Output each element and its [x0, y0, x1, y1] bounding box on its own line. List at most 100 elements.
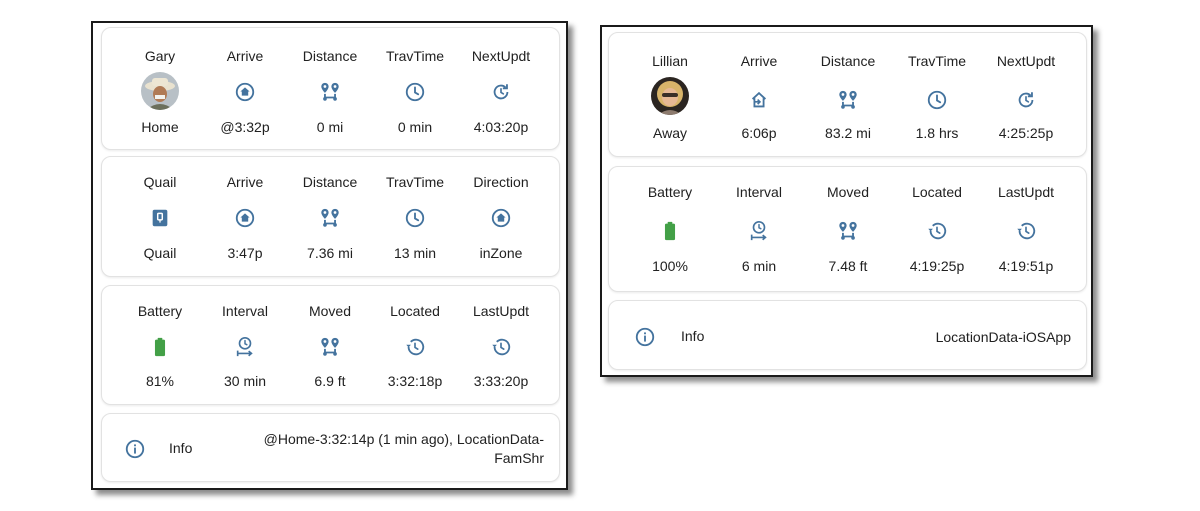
distance-column[interactable]: Distance 7.36 mi: [285, 157, 375, 276]
direction-column[interactable]: Direction inZone: [456, 157, 546, 276]
info-icon: [634, 326, 656, 348]
home-circle-icon: [234, 81, 256, 103]
interval-label: Interval: [736, 184, 782, 200]
interval-value: 6 min: [741, 258, 777, 274]
zone-value: Home: [141, 119, 179, 135]
battery-label: Battery: [647, 184, 693, 200]
name-column[interactable]: Gary Home: [115, 28, 205, 149]
name-column[interactable]: Lillian Away: [625, 33, 715, 156]
moved-column[interactable]: Moved 6.9 ft: [285, 286, 375, 404]
zone-value: Away: [653, 125, 687, 141]
info-card[interactable]: Info LocationData-iOSApp: [608, 300, 1087, 370]
zone-card: Quail Quail Arrive 3:47p Distance 7.36 m…: [101, 156, 560, 277]
direction-value: inZone: [479, 245, 523, 261]
history-icon: [404, 336, 426, 358]
avatar[interactable]: [141, 72, 179, 110]
device-panel-lillian: Lillian Away Arrive 6:06p Distance 83.2 …: [600, 25, 1093, 377]
lastupdt-label: LastUpdt: [472, 303, 530, 319]
history-icon: [926, 220, 948, 242]
tracking-card: Gary Home Arrive @3:32p Distance 0 mi Tr…: [101, 27, 560, 150]
lastupdt-label: LastUpdt: [997, 184, 1055, 200]
distance-label: Distance: [302, 174, 358, 190]
distance-value: 0 mi: [316, 119, 344, 135]
battery-label: Battery: [137, 303, 183, 319]
nextupdt-column[interactable]: NextUpdt 4:03:20p: [456, 28, 546, 149]
interval-label: Interval: [222, 303, 268, 319]
refresh-clock-icon: [490, 81, 512, 103]
status-card: Battery 100% Interval 6 min Moved 7.48 f…: [608, 166, 1087, 292]
battery-value: 81%: [145, 373, 175, 389]
travtime-column[interactable]: TravTime 1.8 hrs: [892, 33, 982, 156]
located-label: Located: [912, 184, 962, 200]
history-icon: [490, 336, 512, 358]
zone-column[interactable]: Quail Quail: [115, 157, 205, 276]
arrive-column[interactable]: Arrive 6:06p: [714, 33, 804, 156]
clock-outline-icon: [404, 81, 426, 103]
info-icon: [124, 438, 146, 460]
device-panel-gary: Gary Home Arrive @3:32p Distance 0 mi Tr…: [91, 21, 568, 490]
distance-label: Distance: [820, 53, 876, 69]
travtime-value: 13 min: [393, 245, 437, 261]
travtime-column[interactable]: TravTime 13 min: [370, 157, 460, 276]
battery-icon: [149, 336, 171, 358]
map-marker-distance-icon: [319, 336, 341, 358]
nextupdt-value: 4:25:25p: [998, 125, 1054, 141]
travtime-label: TravTime: [385, 48, 445, 64]
refresh-clock-icon: [1015, 89, 1037, 111]
person-name: Lillian: [652, 53, 688, 69]
interval-column[interactable]: Interval 30 min: [200, 286, 290, 404]
status-card: Battery 81% Interval 30 min Moved 6.9 ft…: [101, 285, 560, 405]
distance-column[interactable]: Distance 0 mi: [285, 28, 375, 149]
moved-value: 7.48 ft: [828, 258, 868, 274]
arrive-column[interactable]: Arrive 3:47p: [200, 157, 290, 276]
distance-value: 83.2 mi: [825, 125, 871, 141]
history-icon: [1015, 220, 1037, 242]
clock-outline-icon: [926, 89, 948, 111]
interval-column[interactable]: Interval 6 min: [714, 167, 804, 291]
arrive-value: 6:06p: [741, 125, 777, 141]
timer-interval-icon: [234, 336, 256, 358]
battery-column[interactable]: Battery 100%: [625, 167, 715, 291]
moved-column[interactable]: Moved 7.48 ft: [803, 167, 893, 291]
zone-badge-icon: [149, 207, 171, 229]
located-column[interactable]: Located 3:32:18p: [370, 286, 460, 404]
interval-value: 30 min: [223, 373, 267, 389]
info-label: Info: [681, 328, 705, 344]
arrive-value: 3:47p: [227, 245, 263, 261]
located-column[interactable]: Located 4:19:25p: [892, 167, 982, 291]
map-marker-distance-icon: [837, 220, 859, 242]
info-card[interactable]: Info @Home-3:32:14p (1 min ago), Locatio…: [101, 413, 560, 482]
nextupdt-column[interactable]: NextUpdt 4:25:25p: [981, 33, 1071, 156]
travtime-label: TravTime: [907, 53, 967, 69]
battery-value: 100%: [652, 258, 688, 274]
nextupdt-label: NextUpdt: [996, 53, 1056, 69]
arrive-label: Arrive: [740, 53, 778, 69]
map-marker-distance-icon: [319, 81, 341, 103]
info-text: LocationData-iOSApp: [935, 329, 1071, 345]
home-circle-icon: [234, 207, 256, 229]
travtime-value: 1.8 hrs: [915, 125, 959, 141]
nextupdt-value: 4:03:20p: [473, 119, 529, 135]
nextupdt-label: NextUpdt: [471, 48, 531, 64]
travtime-column[interactable]: TravTime 0 min: [370, 28, 460, 149]
person-name: Gary: [144, 48, 176, 64]
travtime-label: TravTime: [385, 174, 445, 190]
tracking-card: Lillian Away Arrive 6:06p Distance 83.2 …: [608, 32, 1087, 157]
clock-outline-icon: [404, 207, 426, 229]
distance-column[interactable]: Distance 83.2 mi: [803, 33, 893, 156]
info-text-line-2: FamShr: [494, 450, 544, 466]
arrive-value: @3:32p: [220, 119, 270, 135]
zone-label: Quail: [143, 174, 177, 190]
battery-column[interactable]: Battery 81%: [115, 286, 205, 404]
avatar[interactable]: [651, 77, 689, 115]
moved-label: Moved: [826, 184, 870, 200]
info-text-line-1: @Home-3:32:14p (1 min ago), LocationData…: [263, 431, 544, 447]
zone-value: Quail: [143, 245, 177, 261]
arrive-column[interactable]: Arrive @3:32p: [200, 28, 290, 149]
arrive-label: Arrive: [226, 174, 264, 190]
located-label: Located: [390, 303, 440, 319]
lastupdt-column[interactable]: LastUpdt 4:19:51p: [981, 167, 1071, 291]
lastupdt-value: 3:33:20p: [473, 373, 529, 389]
arrive-label: Arrive: [226, 48, 264, 64]
lastupdt-column[interactable]: LastUpdt 3:33:20p: [456, 286, 546, 404]
